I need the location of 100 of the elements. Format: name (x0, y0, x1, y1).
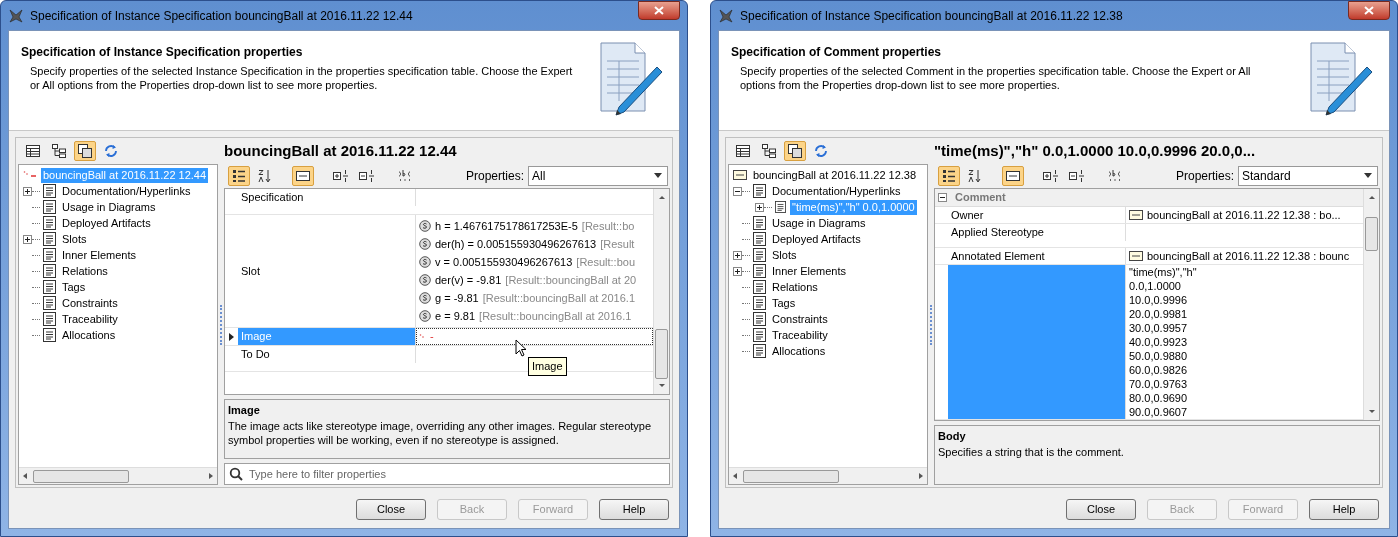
toolbar-button[interactable] (292, 166, 314, 186)
slot-reference: [Result::bouncingBall at 2016.1 (479, 308, 632, 324)
horizontal-scrollbar[interactable] (19, 467, 217, 484)
property-name[interactable]: Slot (238, 215, 416, 327)
dialog-button[interactable]: Help (599, 498, 669, 520)
toolbar-button[interactable] (228, 166, 250, 186)
scroll-right-icon[interactable] (917, 472, 925, 480)
document-icon (753, 344, 766, 358)
expand-toggle[interactable] (733, 250, 742, 260)
property-value[interactable]: bouncingBall at 2016.11.22 12.38 : bo... (1126, 206, 1363, 223)
document-icon (753, 248, 766, 262)
tree-item[interactable]: Traceability (60, 311, 120, 327)
document-icon (753, 280, 766, 294)
property-name[interactable]: Specification (238, 189, 416, 206)
properties-dropdown[interactable]: Standard (1238, 166, 1378, 186)
document-icon (753, 296, 766, 310)
expand-toggle[interactable] (23, 234, 32, 244)
property-name[interactable]: Applied Stereotype (948, 224, 1126, 241)
toolbar-button[interactable] (938, 166, 960, 186)
slot-value: g = -9.81 (435, 290, 479, 306)
body-text[interactable]: "time(ms)","h" 0.0,1.0000 10.0,0.9996 20.0,0.9981 30.0,0.9957 40.0,0.9923 50.0,0.9880 60.0,0.9826 70.0,0.9763 80.0,0.9690 90.0,0.9607 (1126, 265, 1363, 419)
horizontal-scrollbar[interactable] (729, 467, 927, 484)
broken-icon (23, 170, 37, 180)
slot-icon (419, 310, 431, 322)
expand-toggle[interactable] (23, 186, 32, 196)
document-icon (775, 201, 786, 213)
properties-label: Properties: (465, 168, 524, 185)
tree-item[interactable]: Traceability (770, 327, 830, 343)
tree-connector (32, 318, 40, 320)
refresh-icon (104, 144, 118, 158)
scroll-thumb[interactable] (33, 469, 129, 483)
toolbar-button[interactable] (74, 141, 96, 161)
slot-value: e = 9.81 (435, 308, 476, 324)
tree-item[interactable]: Slots (770, 247, 799, 263)
scroll-left-icon[interactable] (731, 472, 739, 480)
tree-item[interactable]: Constraints (60, 295, 120, 311)
property-name[interactable]: To Do (238, 346, 416, 363)
windows-icon (78, 144, 92, 158)
dialog-button[interactable]: Close (1066, 498, 1136, 520)
document-icon (753, 312, 766, 326)
tree-item[interactable]: Documentation/Hyperlinks (770, 183, 903, 199)
filter-field[interactable]: Type here to filter properties (224, 463, 670, 485)
expand-toggle[interactable] (733, 266, 742, 276)
splitter-handle[interactable] (930, 304, 932, 345)
toolbar-button[interactable] (1002, 166, 1024, 186)
tree-item[interactable]: Tags (770, 295, 798, 311)
tree-connector (32, 206, 40, 208)
document-icon (43, 216, 56, 230)
scroll-thumb[interactable] (743, 469, 839, 483)
text-line: 10.0,0.9996 (1129, 293, 1189, 307)
tree-item[interactable]: Inner Elements (60, 247, 138, 263)
properties-dropdown[interactable]: All (528, 166, 668, 186)
scroll-thumb[interactable] (1365, 217, 1378, 251)
slot-icon (419, 292, 431, 304)
tree-connector (32, 238, 40, 240)
vertical-scrollbar[interactable] (1363, 189, 1379, 420)
toolbar-button[interactable] (784, 141, 806, 161)
dialog-heading: Specification of Instance Specification properties (21, 44, 304, 61)
tree-item[interactable]: Deployed Artifacts (770, 231, 863, 247)
tree-connector (742, 254, 750, 256)
tree-item[interactable]: Tags (60, 279, 88, 295)
text-line: 90.0,0.9607 (1129, 405, 1189, 419)
tree-item[interactable]: Relations (770, 279, 820, 295)
slot-icon (419, 274, 431, 286)
collapse-toggle[interactable] (733, 186, 742, 196)
close-button[interactable] (638, 1, 680, 20)
scroll-left-icon[interactable] (21, 472, 29, 480)
tree-item[interactable]: Allocations (60, 327, 118, 343)
tree-item[interactable]: Deployed Artifacts (60, 215, 153, 231)
row-pointer-icon (229, 332, 234, 341)
tree-item[interactable]: Usage in Diagrams (770, 215, 868, 231)
vertical-scrollbar[interactable] (653, 189, 669, 394)
dialog-button[interactable]: Close (356, 498, 426, 520)
tree-connector (32, 254, 40, 256)
tree-item[interactable]: Constraints (770, 311, 830, 327)
element-icon (733, 170, 747, 180)
collapse-toggle[interactable] (938, 192, 947, 202)
tree-connector (32, 190, 40, 192)
tree-item[interactable]: Relations (60, 263, 110, 279)
dialog-button[interactable]: Help (1309, 498, 1379, 520)
expand-toggle[interactable] (755, 202, 764, 212)
document-icon (753, 232, 766, 246)
text-line: 80.0,0.9690 (1129, 391, 1189, 405)
collapse-all-icon (359, 169, 375, 183)
property-value[interactable]: bouncingBall at 2016.11.22 12.38 : bounc (1126, 247, 1363, 264)
tree-item[interactable]: Inner Elements (770, 263, 848, 279)
tree-item[interactable]: bouncingBall at 2016.11.22 12.38 (751, 167, 919, 183)
scroll-right-icon[interactable] (207, 472, 215, 480)
document-icon (43, 312, 56, 326)
text-line: 0.0,1.0000 (1129, 279, 1182, 293)
element-icon (1129, 250, 1143, 261)
tree-icon (52, 144, 66, 158)
tree-item[interactable]: Allocations (770, 343, 828, 359)
tree-item[interactable]: Slots (60, 231, 89, 247)
splitter-handle[interactable] (220, 304, 222, 345)
slot-icon (419, 220, 431, 232)
tree-item[interactable]: Usage in Diagrams (60, 199, 158, 215)
close-button[interactable] (1348, 1, 1390, 20)
scroll-thumb[interactable] (655, 329, 668, 379)
tree-item[interactable]: Documentation/Hyperlinks (60, 183, 193, 199)
